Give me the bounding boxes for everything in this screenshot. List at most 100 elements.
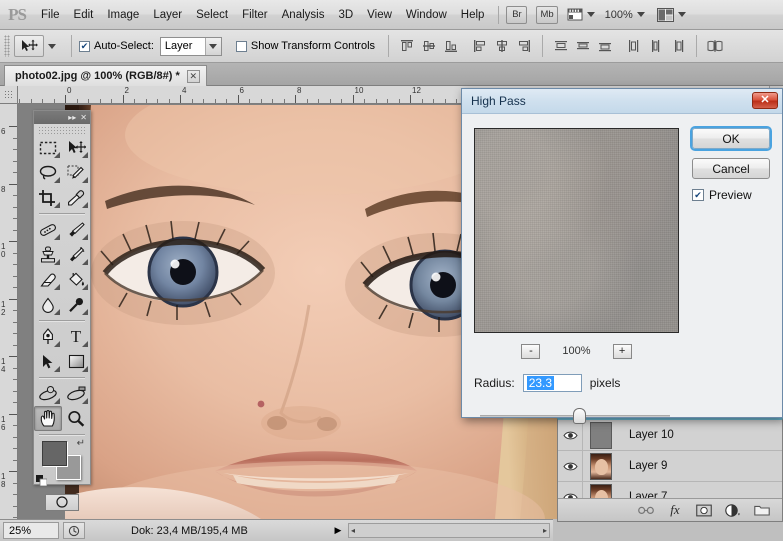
layer-thumbnail-wrapper[interactable] — [583, 453, 619, 480]
canvas-horizontal-scrollbar[interactable] — [348, 523, 550, 538]
tool-spot-healing-brush[interactable] — [34, 217, 62, 242]
radius-slider-thumb[interactable] — [573, 408, 586, 424]
tool-blur[interactable] — [34, 292, 62, 317]
toolbox-close-icon[interactable]: ✕ — [80, 114, 87, 122]
toolbox-grip[interactable] — [38, 126, 86, 134]
zoom-input[interactable]: 25% — [3, 522, 59, 539]
table-row[interactable]: Layer 9 — [558, 451, 782, 482]
tool-eyedropper[interactable] — [62, 185, 90, 210]
layer-visibility-toggle[interactable] — [558, 451, 583, 482]
status-preview-icon[interactable] — [63, 522, 85, 539]
arrange-documents-button[interactable] — [657, 8, 686, 22]
auto-align-layers-button[interactable] — [704, 35, 726, 57]
tool-paint-bucket[interactable] — [62, 267, 90, 292]
distribute-top-edges-button[interactable] — [550, 35, 572, 57]
tool-3d-orbit[interactable] — [62, 381, 90, 406]
preview-zoom-out-button[interactable]: - — [521, 344, 540, 359]
tool-eraser[interactable] — [34, 267, 62, 292]
menu-3d[interactable]: 3D — [331, 4, 360, 26]
tool-move[interactable] — [62, 135, 90, 160]
layer-thumbnail-wrapper[interactable] — [583, 422, 619, 449]
filter-preview[interactable] — [474, 128, 679, 333]
tool-history-brush[interactable] — [62, 242, 90, 267]
zoom-level-control[interactable]: 100% — [605, 9, 645, 21]
table-row[interactable]: Layer 10 — [558, 420, 782, 451]
dialog-close-button[interactable]: ✕ — [752, 92, 778, 109]
tool-rectangle-shape[interactable] — [62, 349, 90, 374]
foreground-color-swatch[interactable] — [42, 441, 67, 466]
tool-quick-selection[interactable] — [62, 160, 90, 185]
preview-checkbox-box — [692, 189, 704, 201]
ruler-minor-tick — [31, 99, 32, 103]
tool-zoom[interactable] — [62, 406, 90, 431]
tool-brush[interactable] — [62, 217, 90, 242]
tool-clone-stamp[interactable] — [34, 242, 62, 267]
quick-mask-button[interactable] — [45, 494, 79, 511]
tool-3d-rotate[interactable] — [34, 381, 62, 406]
layer-style-fx-icon[interactable]: fx — [667, 502, 683, 518]
tool-pen[interactable] — [34, 324, 62, 349]
preview-checkbox[interactable]: Preview — [692, 188, 770, 202]
launch-mini-bridge-button[interactable]: Mb — [536, 6, 557, 24]
auto-select-target-select[interactable]: Layer — [160, 37, 222, 56]
distribute-vertical-centers-button[interactable] — [572, 35, 594, 57]
align-right-edges-button[interactable] — [513, 35, 535, 57]
menu-select[interactable]: Select — [189, 4, 235, 26]
menu-window[interactable]: Window — [399, 4, 454, 26]
align-bottom-edges-button[interactable] — [440, 35, 462, 57]
ok-button[interactable]: OK — [692, 128, 770, 149]
move-tool-preset-button[interactable] — [14, 35, 44, 57]
auto-select-checkbox[interactable]: Auto-Select: — [79, 40, 160, 52]
add-layer-mask-icon[interactable] — [696, 502, 712, 518]
close-icon[interactable]: ✕ — [187, 70, 200, 83]
menu-analysis[interactable]: Analysis — [275, 4, 332, 26]
move-tool-chevron-down-icon[interactable] — [48, 44, 56, 49]
distribute-horizontal-centers-button[interactable] — [645, 35, 667, 57]
menu-view[interactable]: View — [360, 4, 399, 26]
options-bar-grip[interactable] — [4, 35, 10, 57]
preview-zoom-in-button[interactable]: + — [613, 344, 632, 359]
default-colors-icon[interactable] — [36, 475, 47, 486]
new-group-icon[interactable] — [754, 502, 770, 518]
distribute-right-edges-button[interactable] — [667, 35, 689, 57]
tool-horizontal-type[interactable]: T — [62, 324, 90, 349]
layer-name[interactable]: Layer 9 — [619, 460, 667, 472]
radius-slider[interactable] — [480, 408, 670, 424]
align-vertical-centers-button[interactable] — [418, 35, 440, 57]
cancel-button[interactable]: Cancel — [692, 158, 770, 179]
tool-hand[interactable] — [34, 406, 62, 431]
toolbox-header[interactable]: ▸▸ ✕ — [34, 111, 90, 124]
ruler-origin-corner[interactable] — [0, 86, 18, 104]
distribute-bottom-edges-button[interactable] — [594, 35, 616, 57]
vertical-ruler[interactable]: 681012141618 — [0, 104, 18, 519]
dialog-title-bar[interactable]: High Pass ✕ — [462, 89, 782, 114]
menu-layer[interactable]: Layer — [146, 4, 189, 26]
radius-input[interactable]: 23.3 — [523, 374, 582, 392]
document-tab[interactable]: photo02.jpg @ 100% (RGB/8#) * ✕ — [4, 65, 207, 86]
toolbox-collapse-icon[interactable]: ▸▸ — [68, 114, 76, 122]
swap-colors-icon[interactable]: ↵ — [77, 438, 85, 449]
menu-image[interactable]: Image — [100, 4, 146, 26]
align-left-edges-button[interactable] — [469, 35, 491, 57]
launch-bridge-button[interactable]: Br — [506, 6, 527, 24]
menu-help[interactable]: Help — [454, 4, 492, 26]
align-horizontal-centers-button[interactable] — [491, 35, 513, 57]
layer-name[interactable]: Layer 10 — [619, 429, 674, 441]
link-layers-icon[interactable] — [638, 502, 654, 518]
status-menu-arrow-icon[interactable]: ▶ — [331, 525, 345, 536]
menu-edit[interactable]: Edit — [67, 4, 101, 26]
tool-path-selection[interactable] — [34, 349, 62, 374]
menu-file[interactable]: File — [34, 4, 67, 26]
layer-visibility-toggle[interactable] — [558, 420, 583, 451]
tool-rectangular-marquee[interactable] — [34, 135, 62, 160]
view-extras-button[interactable] — [567, 7, 595, 22]
tool-lasso[interactable] — [34, 160, 62, 185]
adjustment-layer-icon[interactable] — [725, 502, 741, 518]
menu-filter[interactable]: Filter — [235, 4, 275, 26]
tool-dodge[interactable] — [62, 292, 90, 317]
distribute-left-edges-button[interactable] — [623, 35, 645, 57]
tool-crop[interactable] — [34, 185, 62, 210]
quick-mask-mode[interactable] — [34, 490, 90, 514]
align-top-edges-button[interactable] — [396, 35, 418, 57]
show-transform-controls-checkbox[interactable]: Show Transform Controls — [236, 40, 381, 52]
